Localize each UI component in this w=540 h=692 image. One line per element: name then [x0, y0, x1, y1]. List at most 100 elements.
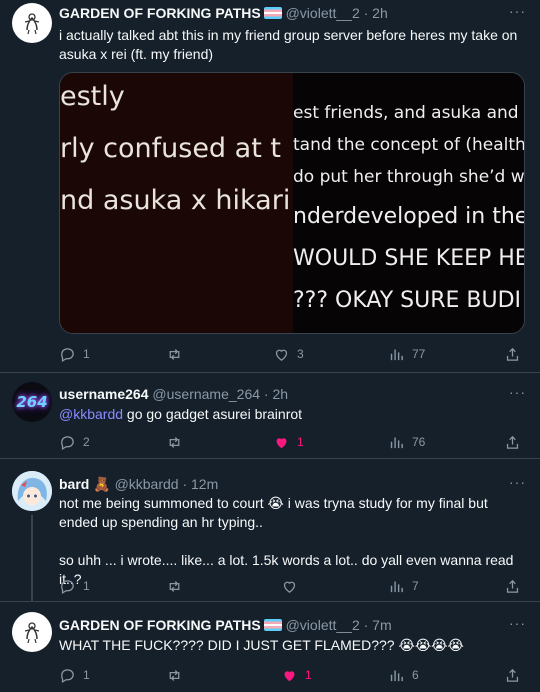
avatar[interactable]: 264 [12, 382, 52, 422]
tweet-actions: 1 7 [59, 576, 529, 596]
views-count: 7 [412, 579, 419, 593]
handle-time[interactable]: @kkbardd · 12m [115, 476, 219, 492]
handle-time[interactable]: @violett__2 · 2h [286, 5, 388, 21]
reply-icon [61, 435, 74, 450]
tweet-text: not me being summoned to court 😭 i was t… [59, 494, 524, 589]
retweet-button[interactable] [166, 576, 183, 596]
media-text-line: nd asuka x hikari [60, 185, 291, 216]
more-icon[interactable]: ··· [509, 615, 526, 631]
reply-icon [61, 668, 74, 683]
share-icon [506, 435, 519, 449]
tweet-text: WHAT THE FUCK???? DID I JUST GET FLAMED?… [59, 637, 464, 653]
views-button[interactable]: 7 [388, 576, 419, 596]
views-count: 76 [412, 435, 426, 449]
share-button[interactable] [504, 576, 521, 596]
media-right-panel: est friends, and asuka and sh tand the c… [293, 73, 525, 333]
reply-button[interactable]: 1 [59, 344, 90, 364]
like-icon [275, 349, 288, 361]
media-text-line: tand the concept of (healthy [293, 135, 525, 155]
media-text-line: nderdeveloped in the [293, 204, 525, 229]
media-text-line: do put her through she’d war [293, 167, 525, 187]
handle-time[interactable]: @username_264 · 2h [152, 386, 288, 402]
tweet-text-paragraph: not me being summoned to court 😭 i was t… [59, 495, 488, 530]
tweet-actions: 1 1 6 [59, 665, 529, 685]
retweet-icon [169, 348, 180, 360]
retweet-icon [169, 669, 180, 681]
retweet-icon [169, 580, 180, 592]
media-text-line: rly confused at t [60, 133, 281, 164]
avatar[interactable] [12, 471, 52, 511]
more-icon[interactable]: ··· [509, 474, 526, 490]
views-icon [390, 581, 403, 592]
like-button[interactable]: 3 [273, 344, 304, 364]
views-button[interactable]: 77 [388, 344, 425, 364]
views-count: 77 [412, 347, 426, 361]
share-icon [506, 347, 519, 361]
reply-button[interactable]: 1 [59, 665, 90, 685]
more-icon[interactable]: ··· [509, 3, 526, 19]
thread-connector [31, 515, 33, 602]
display-name[interactable]: username264 [59, 386, 149, 402]
trans-flag-icon [263, 7, 282, 19]
tweet-header: GARDEN OF FORKING PATHS @violett__2 · 7m [59, 616, 500, 634]
retweet-button[interactable] [166, 432, 183, 452]
like-button[interactable] [281, 576, 298, 596]
reply-count: 1 [83, 668, 90, 682]
media-text-line: WOULD SHE KEEP HE [293, 246, 525, 271]
handle-time[interactable]: @violett__2 · 7m [286, 617, 392, 633]
tweet-media-image[interactable]: estly rly confused at t nd asuka x hikar… [59, 72, 525, 334]
avatar-text: 264 [16, 393, 48, 411]
display-name[interactable]: GARDEN OF FORKING PATHS [59, 5, 261, 21]
media-text-line: ??? OKAY SURE BUDI [293, 288, 522, 313]
like-count: 3 [297, 347, 304, 361]
share-button[interactable] [504, 344, 521, 364]
like-filled-icon [276, 437, 287, 448]
media-text-line: est friends, and asuka and sh [293, 103, 525, 123]
display-name[interactable]: bard [59, 476, 89, 492]
views-button[interactable]: 6 [388, 665, 419, 685]
share-icon [506, 579, 519, 593]
like-filled-icon [284, 670, 295, 681]
tweet-text: i actually talked abt this in my friend … [59, 27, 518, 62]
retweet-button[interactable] [166, 665, 183, 685]
tweet-header: GARDEN OF FORKING PATHS @violett__2 · 2h [59, 4, 500, 22]
tweet-text-content: go go gadget asurei brainrot [123, 406, 303, 422]
reply-button[interactable]: 1 [59, 576, 90, 596]
share-button[interactable] [504, 432, 521, 452]
trans-flag-icon [263, 619, 282, 631]
views-icon [390, 349, 403, 360]
avatar[interactable] [12, 612, 52, 652]
views-button[interactable]: 76 [388, 432, 425, 452]
tweet[interactable]: GARDEN OF FORKING PATHS @violett__2 · 7m… [0, 602, 540, 692]
reply-count: 1 [83, 579, 90, 593]
media-text-line: estly [60, 81, 125, 112]
display-name[interactable]: GARDEN OF FORKING PATHS [59, 617, 261, 633]
like-button[interactable]: 1 [273, 432, 304, 452]
like-count: 1 [305, 668, 312, 682]
tweet[interactable]: bard 🧸 @kkbardd · 12m ··· not me being s… [0, 459, 540, 602]
tweet-actions: 1 3 77 [59, 344, 529, 364]
avatar[interactable] [12, 3, 52, 43]
views-icon [390, 670, 403, 681]
reply-count: 2 [83, 435, 90, 449]
mention-link[interactable]: @kkbardd [59, 406, 123, 422]
tweet-header: username264 @username_264 · 2h [59, 385, 500, 403]
like-button[interactable]: 1 [281, 665, 312, 685]
retweet-icon [169, 436, 180, 448]
tweet-header: bard 🧸 @kkbardd · 12m [59, 475, 500, 493]
tweet-actions: 2 1 76 [59, 432, 529, 452]
more-icon[interactable]: ··· [509, 384, 526, 400]
like-count: 1 [297, 435, 304, 449]
views-count: 6 [412, 668, 419, 682]
reply-button[interactable]: 2 [59, 432, 90, 452]
share-button[interactable] [504, 665, 521, 685]
reply-icon [61, 579, 74, 594]
reply-icon [61, 347, 74, 362]
tweet[interactable]: GARDEN OF FORKING PATHS @violett__2 · 2h… [0, 0, 540, 373]
views-icon [390, 437, 403, 448]
avatar-sketch-icon [24, 622, 40, 644]
retweet-button[interactable] [166, 344, 183, 364]
avatar-anime-icon [12, 471, 52, 511]
avatar-sketch-icon [24, 13, 40, 35]
tweet[interactable]: 264 username264 @username_264 · 2h ··· @… [0, 373, 540, 459]
